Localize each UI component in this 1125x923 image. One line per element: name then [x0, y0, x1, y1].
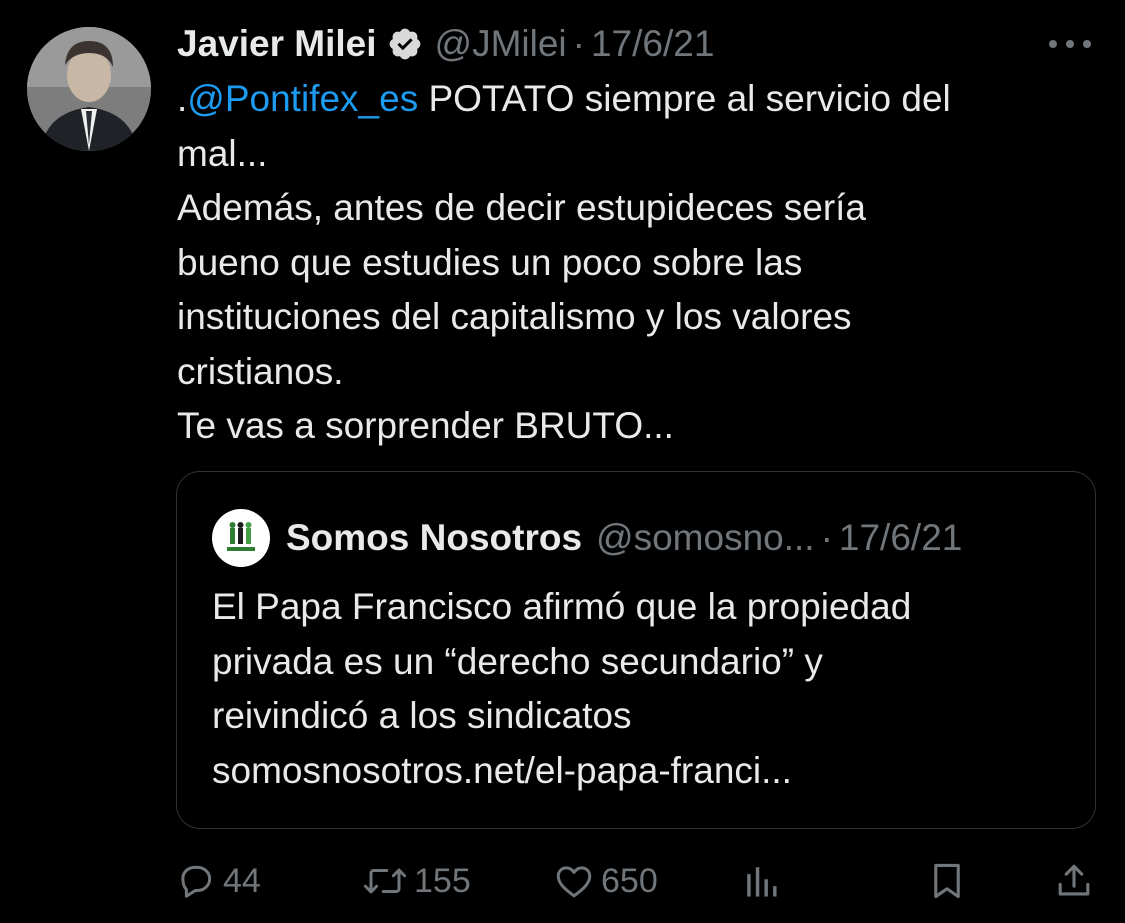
tweet-text-line: .@Pontifex_es POTATO siempre al servicio… [177, 72, 1097, 127]
tweet-text-segment: POTATO siempre al servicio del [418, 78, 951, 119]
header-separator: · [572, 23, 585, 64]
action-bar: 44 155 650 [0, 855, 1125, 907]
verified-badge-icon [387, 26, 423, 62]
quoted-text-line: El Papa Francisco afirmó que la propieda… [212, 586, 912, 627]
author-display-name[interactable]: Javier Milei [177, 23, 377, 65]
heart-icon [556, 866, 592, 898]
somos-nosotros-logo-icon[interactable] [212, 509, 270, 567]
ellipsis-icon[interactable] [1045, 34, 1095, 54]
bookmark-button[interactable] [928, 855, 966, 907]
profile-photo-icon [27, 27, 151, 151]
tweet-text-line: bueno que estudies un poco sobre las [177, 241, 803, 283]
reply-count: 44 [223, 861, 261, 900]
retweet-icon [363, 868, 407, 894]
tweet-text: .@Pontifex_es POTATO siempre al servicio… [177, 72, 1097, 454]
tweet-text-line: mal... [177, 132, 268, 174]
quoted-header-separator: · [820, 517, 833, 558]
quoted-handle[interactable]: @somosno... [596, 517, 815, 559]
quoted-text-line: reivindicó a los sindicatos [212, 695, 632, 736]
quoted-text-line: privada es un “derecho secundario” y [212, 640, 823, 682]
tweet-text-prefix: . [177, 78, 188, 119]
tweet-header: Javier Milei @JMilei · 17/6/21 [177, 18, 714, 70]
author-handle[interactable]: @JMilei [435, 23, 567, 65]
tweet-date[interactable]: 17/6/21 [591, 23, 714, 65]
quoted-tweet-header: Somos Nosotros @somosno... · 17/6/21 [212, 509, 962, 567]
like-button[interactable]: 650 [553, 855, 658, 907]
retweet-button[interactable]: 155 [362, 855, 471, 907]
like-count: 650 [601, 861, 658, 900]
tweet-text-line: Te vas a sorprender BRUTO... [177, 405, 674, 446]
views-icon [747, 867, 777, 897]
reply-button[interactable]: 44 [175, 855, 261, 907]
bookmark-icon [934, 863, 960, 899]
quoted-date[interactable]: 17/6/21 [839, 517, 962, 559]
views-button[interactable] [742, 855, 780, 907]
share-icon [1058, 864, 1090, 896]
quoted-display-name[interactable]: Somos Nosotros [286, 517, 582, 559]
quoted-tweet-card[interactable]: Somos Nosotros @somosno... · 17/6/21 El … [176, 471, 1096, 829]
retweet-count: 155 [414, 861, 471, 900]
quoted-tweet-text: El Papa Francisco afirmó que la propieda… [212, 580, 1072, 798]
reply-icon [181, 865, 212, 898]
tweet-text-line: Además, antes de decir estupideces sería [177, 187, 866, 228]
share-button[interactable] [1055, 855, 1093, 907]
quoted-link-line[interactable]: somosnosotros.net/el-papa-franci... [212, 744, 1072, 799]
author-avatar[interactable] [27, 27, 151, 151]
tweet-text-line: instituciones del capitalismo y los valo… [177, 296, 852, 337]
mention-link[interactable]: @Pontifex_es [187, 78, 418, 119]
tweet[interactable]: Javier Milei @JMilei · 17/6/21 .@Pontife… [0, 0, 1125, 923]
tweet-text-line: cristianos. [177, 350, 344, 392]
